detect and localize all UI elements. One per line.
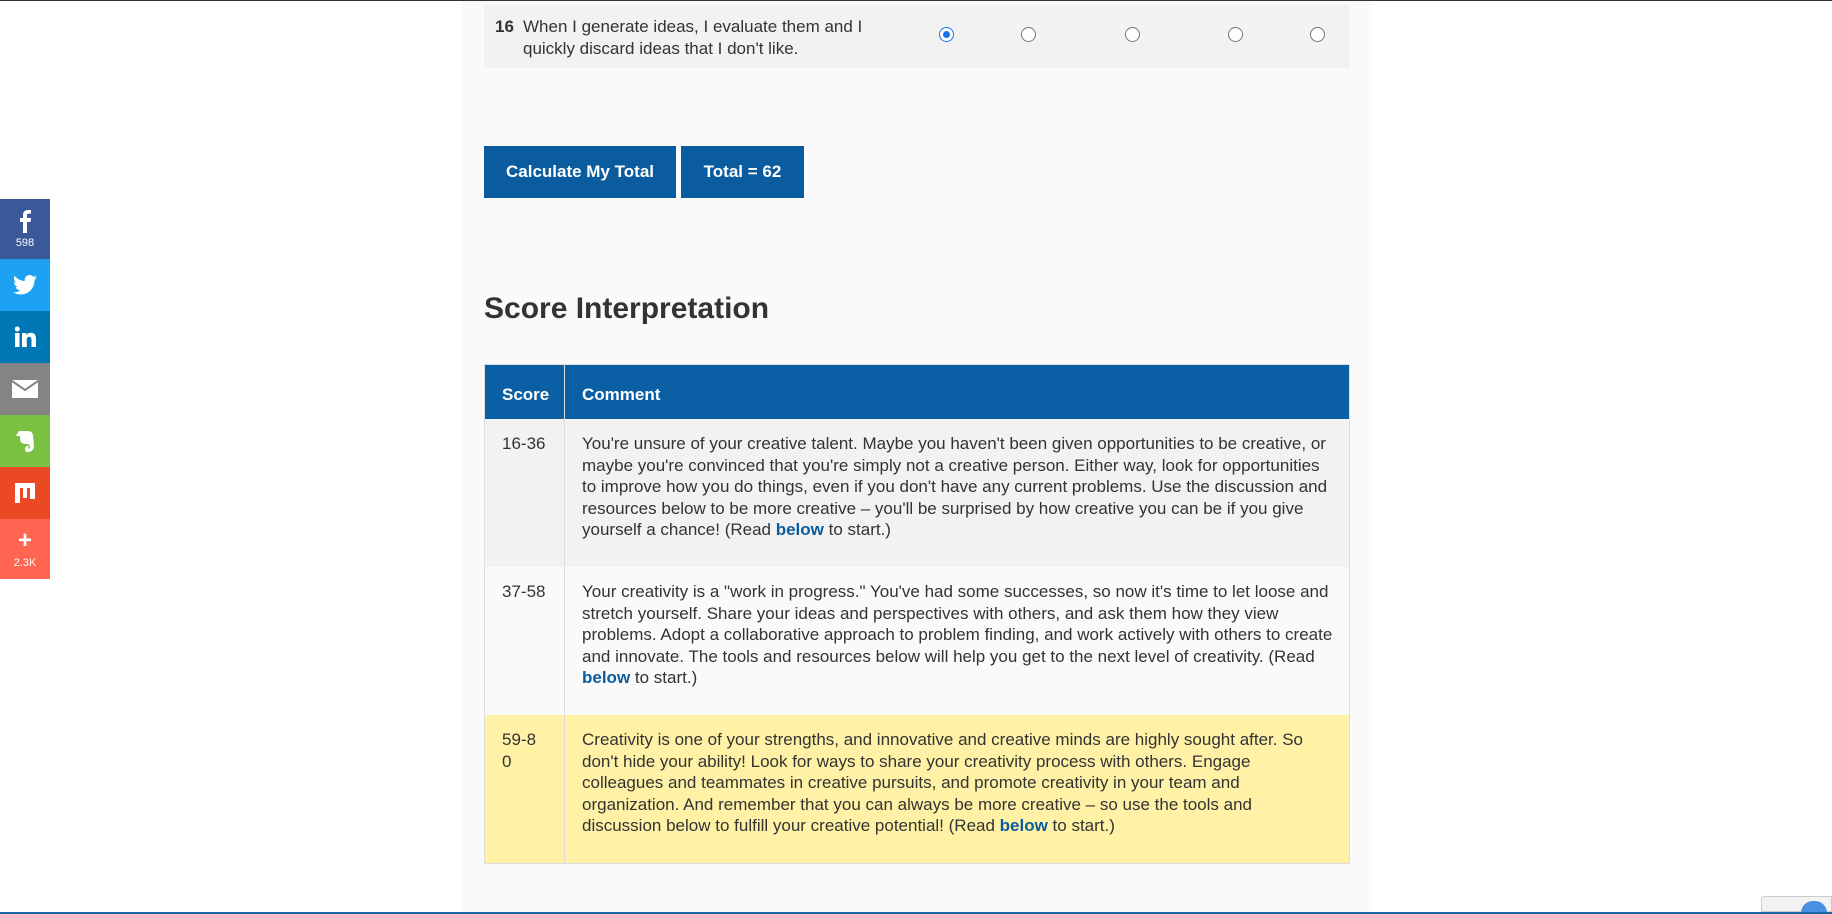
plus-icon: + <box>17 527 32 554</box>
calculate-total-button[interactable]: Calculate My Total <box>484 146 676 198</box>
score-comment: Your creativity is a "work in progress."… <box>565 567 1349 715</box>
score-range: 59-80 <box>485 715 565 863</box>
score-comment: You're unsure of your creative talent. M… <box>565 419 1349 567</box>
total-share-count: 2.3K <box>13 557 37 569</box>
social-share-bar: 598 + 2.3K <box>0 199 50 579</box>
header-comment: Comment <box>582 385 661 404</box>
radio-option-4[interactable] <box>1228 27 1243 42</box>
comment-text: Your creativity is a "work in progress."… <box>582 582 1333 666</box>
mix-icon <box>15 483 35 503</box>
radio-option-1[interactable] <box>939 27 954 42</box>
facebook-share-button[interactable]: 598 <box>0 199 50 259</box>
evernote-icon <box>16 431 34 452</box>
table-row-highlighted: 59-80 Creativity is one of your strength… <box>485 715 1349 863</box>
radio-option-3[interactable] <box>1125 27 1140 42</box>
score-range-text: 59-80 <box>502 730 537 771</box>
below-link[interactable]: below <box>776 520 824 539</box>
more-share-button[interactable]: + 2.3K <box>0 519 50 579</box>
question-row: 16 When I generate ideas, I evaluate the… <box>484 5 1350 68</box>
table-row: 37-58 Your creativity is a "work in prog… <box>485 567 1349 715</box>
question-text: When I generate ideas, I evaluate them a… <box>523 17 863 58</box>
linkedin-share-button[interactable] <box>0 311 50 363</box>
email-icon <box>12 380 38 398</box>
evernote-share-button[interactable] <box>0 415 50 467</box>
linkedin-icon <box>14 326 36 347</box>
score-comment: Creativity is one of your strengths, and… <box>565 715 1349 863</box>
recaptcha-badge[interactable] <box>1761 896 1832 913</box>
score-interpretation-table: Score Comment 16-36 You're unsure of you… <box>484 364 1350 864</box>
total-display-button[interactable]: Total = 62 <box>681 146 804 198</box>
table-row: 16-36 You're unsure of your creative tal… <box>485 419 1349 567</box>
below-link[interactable]: below <box>1000 816 1048 835</box>
question-number: 16 <box>495 17 514 36</box>
header-score: Score <box>485 365 565 419</box>
section-title: Score Interpretation <box>484 292 770 325</box>
score-range: 16-36 <box>485 419 565 567</box>
comment-text-end: to start.) <box>1047 816 1115 835</box>
radio-option-5[interactable] <box>1310 27 1325 42</box>
facebook-share-count: 598 <box>15 237 35 249</box>
score-range: 37-58 <box>485 567 565 715</box>
twitter-share-button[interactable] <box>0 259 50 311</box>
table-header: Score Comment <box>485 365 1349 419</box>
comment-text-end: to start.) <box>630 668 698 687</box>
comment-text: Creativity is one of your strengths, and… <box>582 730 1304 835</box>
mix-share-button[interactable] <box>0 467 50 519</box>
below-link[interactable]: below <box>582 668 630 687</box>
facebook-icon <box>20 210 31 233</box>
comment-text-end: to start.) <box>823 520 891 539</box>
email-share-button[interactable] <box>0 363 50 415</box>
twitter-icon <box>13 275 37 295</box>
comment-text: You're unsure of your creative talent. M… <box>582 434 1328 539</box>
radio-option-2[interactable] <box>1021 27 1036 42</box>
